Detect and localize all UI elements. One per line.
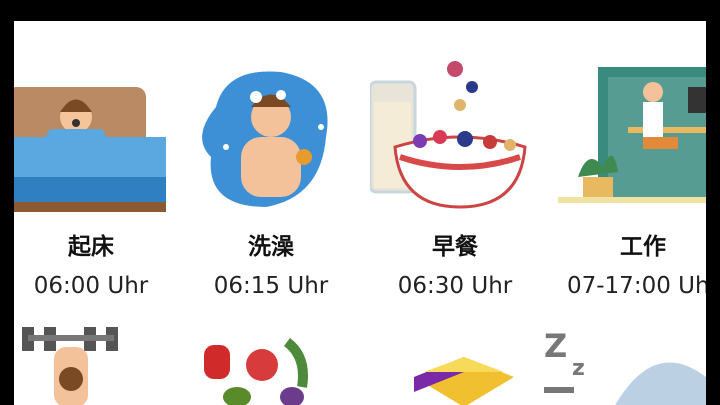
schedule-label: 起床 — [68, 234, 114, 260]
work-desk-icon — [558, 67, 706, 203]
schedule-card-work: 工作 07-17:00 Uhr — [558, 21, 706, 321]
schedule-label: 洗澡 — [248, 234, 294, 260]
sleep-icon: Z z — [544, 327, 706, 405]
breakfast-icon — [370, 61, 527, 209]
schedule-time: 07-17:00 Uhr — [566, 273, 706, 299]
shower-icon — [202, 71, 328, 207]
schedule-card-breakfast: 早餐 06:30 Uhr — [370, 21, 540, 321]
vegetables-icon — [204, 338, 308, 405]
schedule-frame: 起床 06:00 Uhr 洗澡 06:15 Uhr 早餐 06:30 Uhr 工… — [14, 21, 706, 405]
books-icon — [414, 357, 514, 405]
schedule-label: 早餐 — [432, 234, 478, 260]
svg-text:Z: Z — [544, 327, 567, 365]
schedule-label: 工作 — [620, 234, 666, 260]
svg-text:z: z — [572, 356, 585, 381]
waking-up-icon — [14, 87, 166, 212]
dumbbell-exercise-icon — [22, 327, 118, 405]
